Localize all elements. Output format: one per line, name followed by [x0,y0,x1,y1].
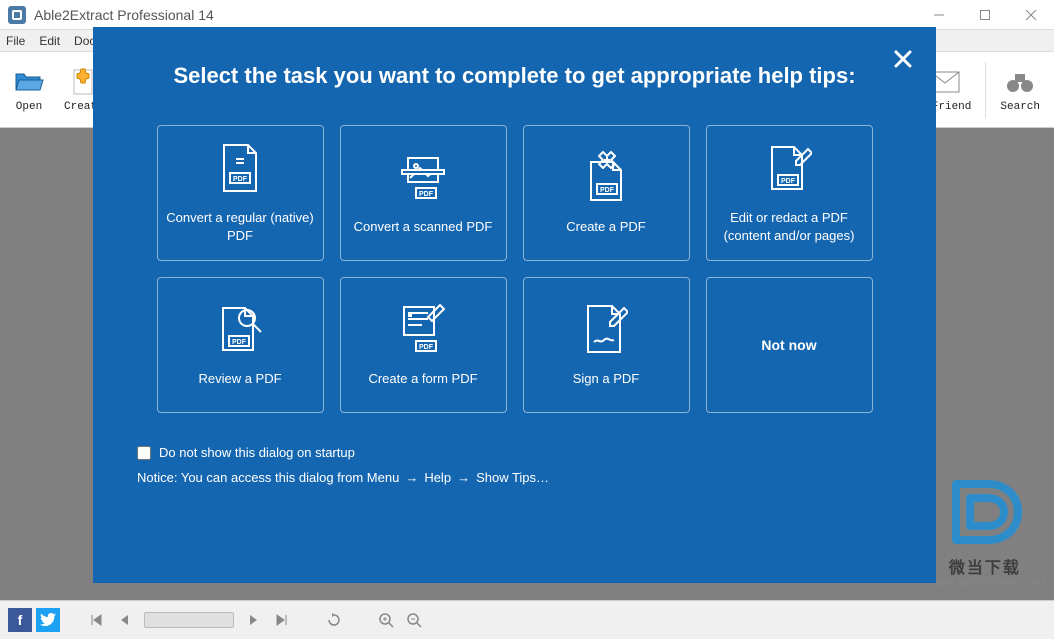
binoculars-icon [1005,67,1035,97]
tile-not-now[interactable]: Not now [706,277,873,413]
review-pdf-icon: PDF [217,302,263,356]
statusbar: f [0,600,1054,639]
page-scrollbar[interactable] [144,612,234,628]
tile-convert-scanned-pdf[interactable]: PDF Convert a scanned PDF [340,125,507,261]
maximize-button[interactable] [962,0,1008,30]
dialog-close-button[interactable] [894,47,912,75]
pdf-document-icon: PDF [220,141,260,195]
prev-page-button[interactable] [112,608,136,632]
tile-create-form-pdf[interactable]: PDF Create a form PDF [340,277,507,413]
edit-pdf-icon: PDF [766,141,812,195]
svg-text:PDF: PDF [600,187,615,194]
task-selector-dialog: Select the task you want to complete to … [93,27,936,583]
toolbar-open[interactable]: Open [4,63,54,117]
form-pdf-icon: PDF [398,302,448,356]
tile-review-pdf[interactable]: PDF Review a PDF [157,277,324,413]
svg-text:PDF: PDF [781,178,796,185]
scanned-pdf-icon: PDF [398,150,448,204]
dialog-heading: Select the task you want to complete to … [137,63,892,89]
toolbar-separator [985,62,986,118]
dialog-notice: Notice: You can access this dialog from … [137,468,892,488]
titlebar: Able2Extract Professional 14 [0,0,1054,30]
tile-sign-pdf[interactable]: Sign a PDF [523,277,690,413]
minimize-button[interactable] [916,0,962,30]
close-button[interactable] [1008,0,1054,30]
first-page-button[interactable] [84,608,108,632]
app-icon [8,6,26,24]
svg-text:PDF: PDF [419,191,434,198]
rotate-button[interactable] [322,608,346,632]
tile-edit-redact-pdf[interactable]: PDF Edit or redact a PDF (content and/or… [706,125,873,261]
toolbar-search[interactable]: Search [990,63,1050,117]
folder-open-icon [14,67,44,97]
svg-text:PDF: PDF [233,176,248,183]
svg-text:PDF: PDF [232,339,247,346]
create-pdf-icon: PDF [583,150,629,204]
svg-text:PDF: PDF [419,344,434,351]
dont-show-checkbox-row[interactable]: Do not show this dialog on startup [137,445,892,460]
sign-pdf-icon [584,302,628,356]
menu-file[interactable]: File [6,34,25,48]
menu-edit[interactable]: Edit [39,34,60,48]
window-title: Able2Extract Professional 14 [34,7,916,23]
twitter-button[interactable] [36,608,60,632]
next-page-button[interactable] [242,608,266,632]
zoom-in-button[interactable] [374,608,398,632]
facebook-button[interactable]: f [8,608,32,632]
dont-show-label: Do not show this dialog on startup [159,445,355,460]
zoom-out-button[interactable] [402,608,426,632]
last-page-button[interactable] [270,608,294,632]
tile-convert-regular-pdf[interactable]: PDF Convert a regular (native) PDF [157,125,324,261]
tile-create-pdf[interactable]: PDF Create a PDF [523,125,690,261]
dont-show-checkbox[interactable] [137,446,151,460]
